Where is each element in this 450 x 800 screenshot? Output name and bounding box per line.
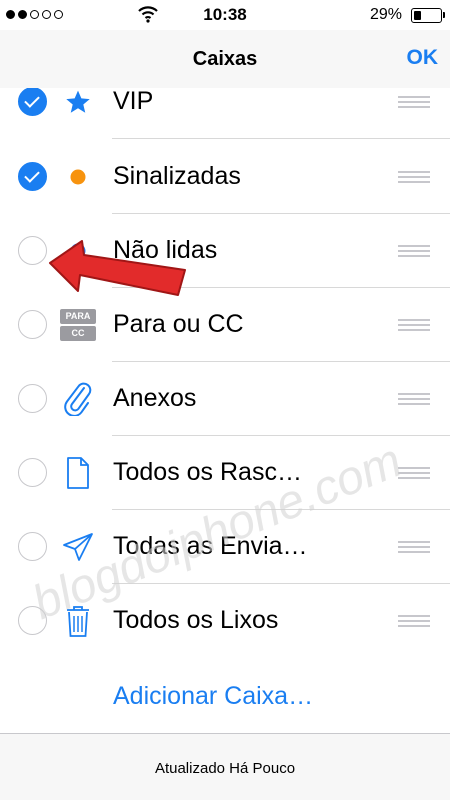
reorder-handle-icon[interactable] xyxy=(398,393,430,405)
page-title: Caixas xyxy=(192,48,258,70)
reorder-handle-icon[interactable] xyxy=(398,615,430,627)
annotation-arrow-icon xyxy=(49,240,186,296)
star-icon xyxy=(58,88,98,122)
checkbox[interactable] xyxy=(18,532,47,561)
bottom-toolbar: Atualizado Há Pouco xyxy=(0,733,450,800)
orange-dot-icon xyxy=(58,157,98,197)
checkbox[interactable] xyxy=(18,88,47,116)
mailbox-label: Sinalizadas xyxy=(113,162,241,190)
document-icon xyxy=(58,453,98,493)
mailbox-label: Todos os Lixos xyxy=(113,606,279,634)
battery-icon xyxy=(411,8,445,23)
checkbox[interactable] xyxy=(18,162,47,191)
status-bar: 10:38 29% xyxy=(0,0,450,30)
reorder-handle-icon[interactable] xyxy=(398,171,430,183)
navigation-bar: Caixas OK xyxy=(0,30,450,88)
add-mailbox-row[interactable]: Adicionar Caixa… xyxy=(0,660,450,734)
mailbox-row-sinalizadas[interactable]: Sinalizadas xyxy=(0,140,450,214)
ok-button[interactable]: OK xyxy=(407,46,439,70)
checkbox[interactable] xyxy=(18,458,47,487)
mailbox-label: Anexos xyxy=(113,384,197,412)
add-mailbox-button[interactable]: Adicionar Caixa… xyxy=(113,682,313,711)
reorder-handle-icon[interactable] xyxy=(398,96,430,108)
reorder-handle-icon[interactable] xyxy=(398,541,430,553)
mailbox-label: VIP xyxy=(113,88,154,115)
mailbox-row-anexos[interactable]: Anexos xyxy=(0,362,450,436)
mailbox-list: VIP Sinalizadas Não lidas PARA CC Para o… xyxy=(0,88,450,733)
paperclip-icon xyxy=(58,379,98,419)
battery-percentage: 29% xyxy=(369,6,402,23)
update-status: Atualizado Há Pouco xyxy=(154,760,296,777)
reorder-handle-icon[interactable] xyxy=(398,245,430,257)
checkbox[interactable] xyxy=(18,384,47,413)
reorder-handle-icon[interactable] xyxy=(398,319,430,331)
mailbox-row-vip[interactable]: VIP xyxy=(0,88,450,139)
